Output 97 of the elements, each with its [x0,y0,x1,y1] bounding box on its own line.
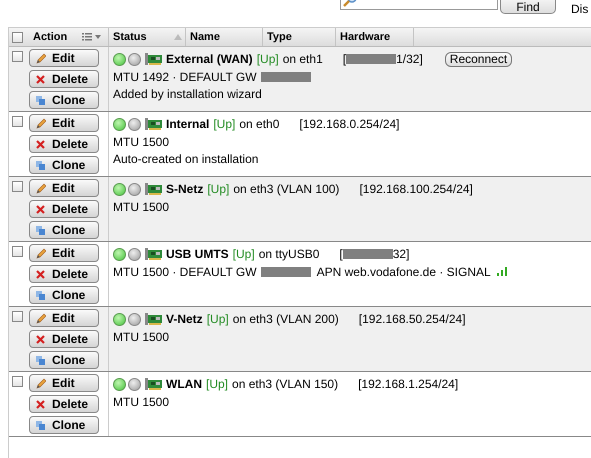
clone-button[interactable]: Clone [29,416,99,434]
edit-button[interactable]: Edit [29,374,99,392]
cross-icon [35,334,46,344]
network-card-icon [145,378,162,390]
cross-icon [35,204,46,214]
clone-button[interactable]: Clone [29,351,99,369]
text: MTU 1500 [113,394,170,408]
edit-button[interactable]: Edit [29,309,99,327]
text: [192.168.100.254/24] [359,182,473,196]
delete-button[interactable]: Delete [29,70,99,88]
interface-name: External (WAN) [166,52,253,66]
cross-icon [35,138,46,150]
network-card-icon [145,248,162,260]
column-header[interactable]: Name [190,31,220,43]
redaction-bar [346,54,396,64]
cross-icon [35,398,46,410]
copy-icon [35,420,46,430]
row-checkbox[interactable] [12,376,23,387]
clone-button[interactable]: Clone [29,91,99,109]
text: [192.168.50.254/24] [358,312,466,326]
state-label: [Up] [207,182,230,196]
text: Auto-created on installation [113,152,258,166]
cross-icon [35,268,46,280]
network-card-icon [145,53,162,65]
column-header[interactable]: Action [33,31,68,43]
interface-name: S-Netz [166,182,204,196]
state-label: [Up] [213,117,236,131]
interface-name: USB UMTS [166,247,229,261]
clone-button[interactable]: Clone [29,156,99,174]
text: on eth1 [282,52,323,66]
text: 1/32] [396,52,423,66]
row-checkbox[interactable] [12,116,23,127]
row-checkbox[interactable] [12,51,23,62]
edit-button[interactable]: Edit [29,49,99,67]
state-label: [Up] [206,377,228,391]
text: MTU 1500 [113,134,170,148]
text: APN web.vodafone.de · SIGNAL [316,264,491,278]
text: MTU 1492 · DEFAULT GW [113,70,257,84]
delete-button[interactable]: Delete [29,135,99,153]
text: [192.168.1.254/24] [358,377,458,391]
delete-button[interactable]: Delete [29,200,99,218]
copy-icon [35,94,46,106]
redaction-bar [260,266,311,276]
signal-icon [496,267,508,276]
text: on eth3 (VLAN 200) [232,312,339,326]
reconnect-button[interactable]: Reconnect [444,52,512,66]
row-checkbox[interactable] [12,246,23,257]
label: Dis [571,2,588,16]
edit-button[interactable]: Edit [29,114,99,132]
interface-name: WLAN [166,377,202,391]
copy-icon [35,354,46,366]
interface-name: Internal [166,117,210,131]
pencil-icon [35,248,46,258]
clone-button[interactable]: Clone [29,221,99,239]
column-header[interactable]: Status [113,31,147,43]
delete-button[interactable]: Delete [29,265,99,283]
text: MTU 1500 · DEFAULT GW [113,264,257,278]
delete-button[interactable]: Delete [29,395,99,413]
interface-name: V-Netz [166,312,203,326]
copy-icon [35,224,46,236]
state-label: [Up] [256,52,279,66]
text: on eth0 [239,117,280,131]
network-card-icon [145,118,162,130]
column-header[interactable]: Hardware [340,31,390,43]
cross-icon [35,74,46,84]
text: [ [342,52,346,66]
text: [ [339,247,343,261]
delete-button[interactable]: Delete [29,330,99,348]
copy-icon [35,290,46,300]
pencil-icon [35,378,46,388]
row-checkbox[interactable] [12,311,23,322]
network-card-icon [145,313,162,325]
redaction-bar [342,249,393,259]
network-card-icon [145,183,162,195]
edit-button[interactable]: Edit [29,179,99,197]
text: on eth3 (VLAN 100) [233,182,340,196]
text: 32] [392,247,410,261]
select-all-checkbox[interactable] [12,32,23,42]
state-label: [Up] [232,247,255,261]
pencil-icon [35,182,46,194]
copy-icon [35,160,46,170]
text: [192.168.0.254/24] [299,117,400,131]
text: on eth3 (VLAN 150) [232,377,338,391]
text: MTU 1500 [113,330,170,344]
text: on ttyUSB0 [258,247,320,261]
column-header[interactable]: Type [267,31,292,43]
state-label: [Up] [206,312,229,326]
clone-button[interactable]: Clone [29,286,99,304]
edit-button[interactable]: Edit [29,244,99,262]
pencil-icon [35,118,46,128]
pencil-icon [35,52,46,64]
text: Added by installation wizard [113,86,262,100]
row-checkbox[interactable] [12,181,23,192]
redaction-bar [260,72,311,82]
pencil-icon [35,312,46,324]
text: MTU 1500 [113,200,170,214]
find-button[interactable]: Find [500,0,556,14]
